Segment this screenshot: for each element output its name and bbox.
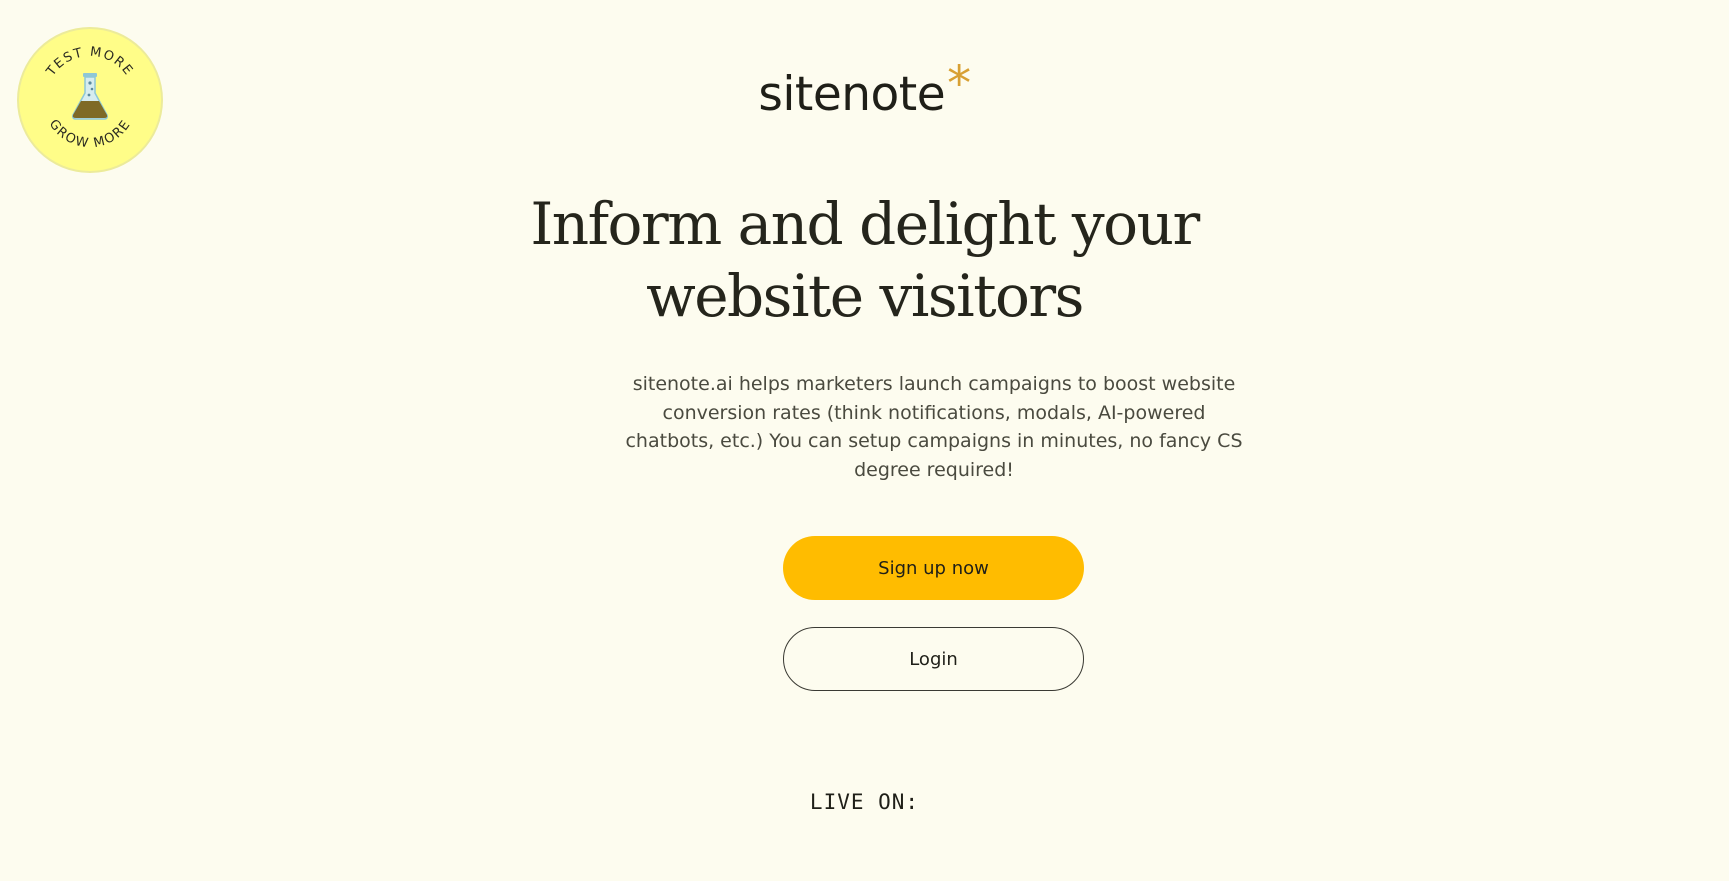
logo-star: * [947,56,971,112]
live-on-label: LIVE ON: [809,790,920,814]
login-button[interactable]: Login [783,627,1084,691]
logo-text: sitenote [758,67,946,122]
sitenote-logo[interactable]: sitenote* [0,56,1729,122]
sign-up-button[interactable]: Sign up now [783,536,1084,600]
hero-description: sitenote.ai helps marketers launch campa… [625,373,1243,481]
badge-bottom-text: GROW MORE [46,117,135,152]
hero-headline: Inform and delight your website visitors [530,190,1200,330]
